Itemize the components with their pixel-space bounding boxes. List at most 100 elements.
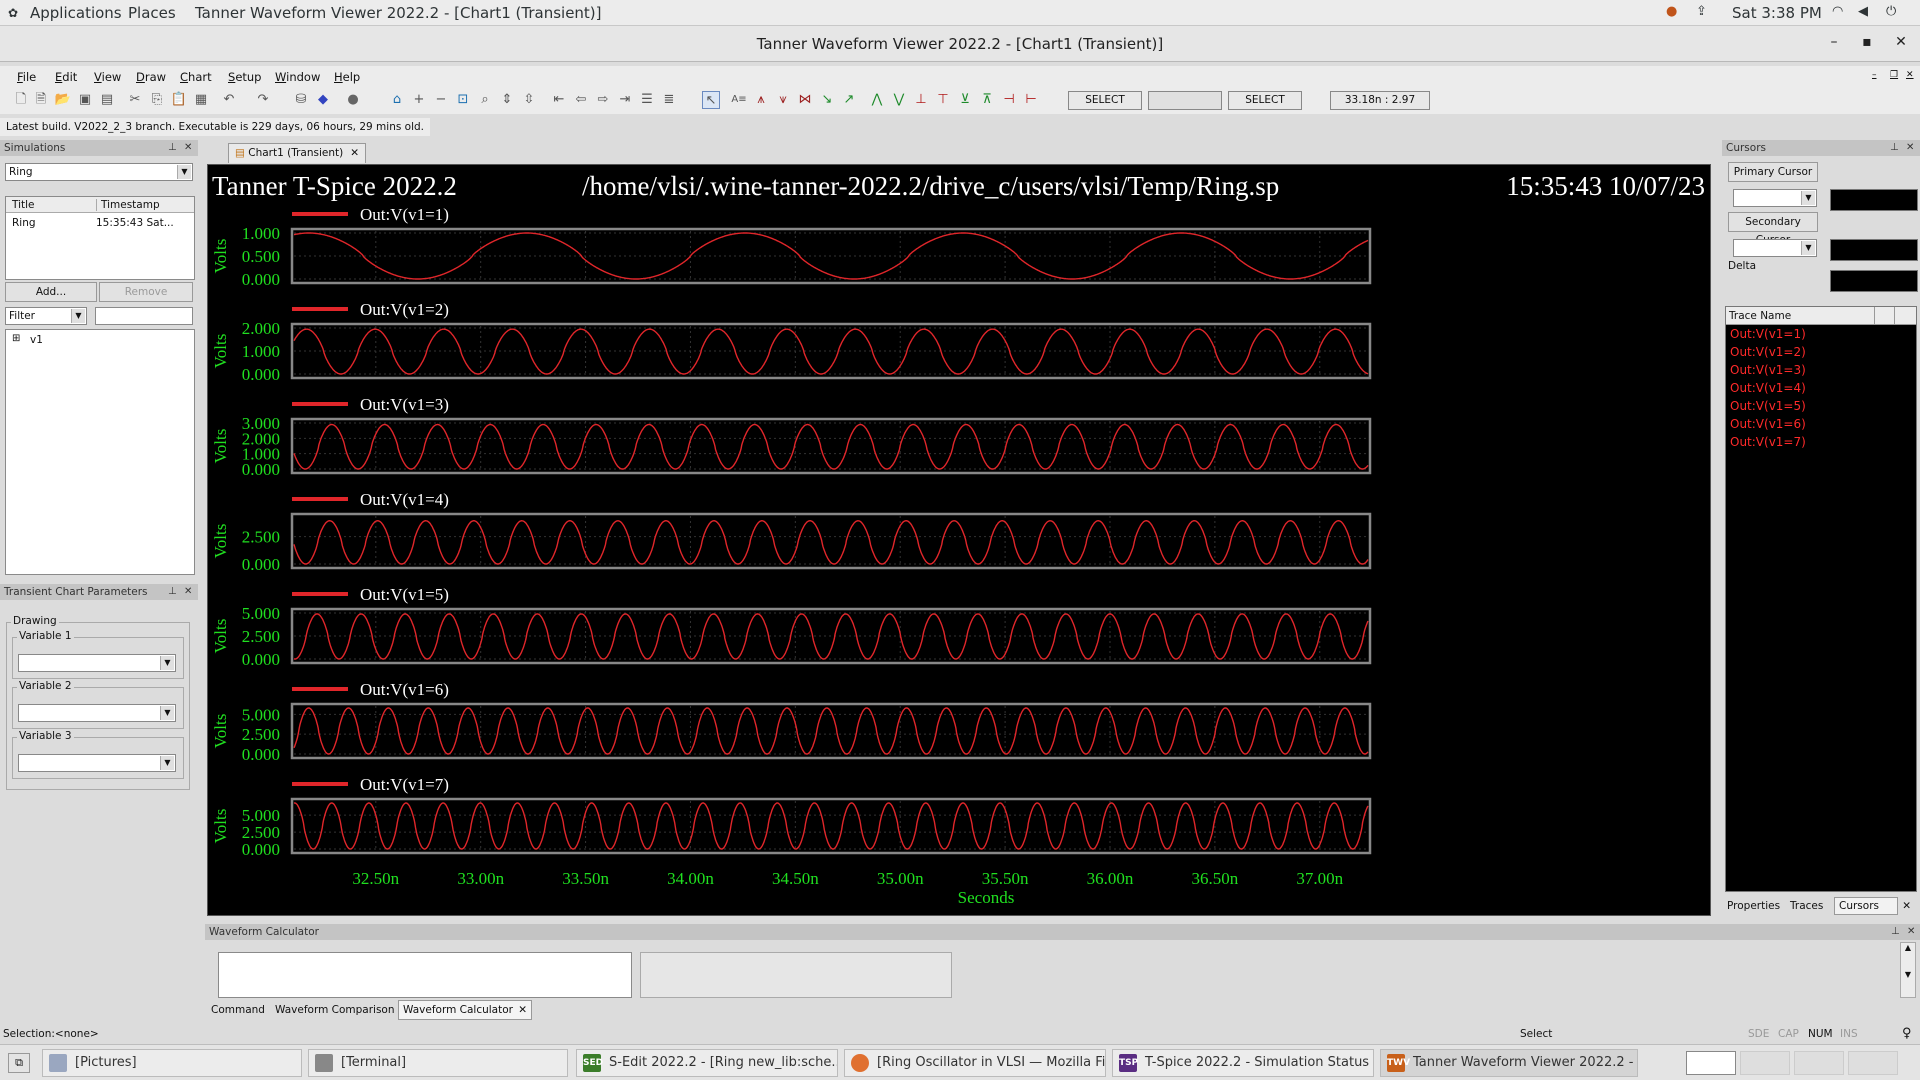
active-window-title[interactable]: Tanner Waveform Viewer 2022.2 - [Chart1 … (195, 4, 602, 22)
layers-icon[interactable]: ◆ (314, 91, 332, 109)
trace-item[interactable]: Out:V(v1=6) (1726, 415, 1916, 433)
tab-waveform-comparison[interactable]: Waveform Comparison (275, 1000, 395, 1020)
mdi-minimize-icon[interactable]: – (1872, 70, 1877, 80)
variable1-select[interactable]: ▼ (18, 654, 176, 672)
new-icon[interactable]: 🗋 (12, 91, 30, 109)
pan-left-icon[interactable]: ⇦ (572, 91, 590, 109)
trace-item[interactable]: Out:V(v1=4) (1726, 379, 1916, 397)
places-menu[interactable]: Places (128, 4, 176, 22)
col-title[interactable]: Title (12, 199, 35, 211)
volume-icon[interactable]: ◀ (1858, 4, 1868, 19)
taskbar-item-sedit[interactable]: SED S-Edit 2022.2 - [Ring new_lib:sche... (576, 1049, 838, 1077)
redo-icon[interactable]: ↷ (254, 91, 272, 109)
undo-icon[interactable]: ↶ (220, 91, 238, 109)
minimize-button[interactable]: – (1825, 34, 1843, 50)
arrange-icon[interactable]: ≣ (660, 91, 678, 109)
filter-input[interactable] (95, 307, 193, 325)
zoom-vertical-out-icon[interactable]: ⇳ (520, 91, 538, 109)
taskbar-item-firefox[interactable]: [Ring Oscillator in VLSI — Mozilla Fir..… (844, 1049, 1106, 1077)
select-field-1[interactable]: SELECT (1068, 91, 1142, 110)
clock[interactable]: Sat 3:38 PM (1732, 4, 1822, 22)
measure-rise-icon[interactable]: ⋀ (868, 91, 886, 109)
chart-area[interactable]: Tanner T-Spice 2022.2 /home/vlsi/.wine-t… (207, 164, 1711, 916)
firefox-tray-icon[interactable]: ● (1666, 4, 1677, 19)
updates-tray-icon[interactable]: ⇪ (1696, 4, 1707, 19)
calculator-scrollbar[interactable]: ▲ ▼ (1900, 942, 1916, 998)
menu-view[interactable]: View (94, 70, 121, 84)
variable2-select[interactable]: ▼ (18, 704, 176, 722)
tree-item-v1[interactable]: v1 (30, 334, 43, 346)
measure-delay-icon[interactable]: ⊣ (1000, 91, 1018, 109)
select-field-2[interactable]: SELECT (1228, 91, 1302, 110)
measure-slew-icon[interactable]: ⊢ (1022, 91, 1040, 109)
workspace-4[interactable] (1848, 1051, 1898, 1075)
menu-setup[interactable]: Setup (228, 70, 262, 84)
measure-1-icon[interactable]: ⩚ (752, 91, 770, 109)
tab-properties[interactable]: Properties (1727, 900, 1780, 912)
pan-first-icon[interactable]: ⇤ (550, 91, 568, 109)
waveform-chart[interactable]: Tanner T-Spice 2022.2 /home/vlsi/.wine-t… (208, 165, 1710, 915)
menu-chart[interactable]: Chart (180, 70, 212, 84)
maximize-button[interactable]: ▪ (1858, 34, 1876, 50)
select-pointer-icon[interactable]: ↖ (702, 91, 720, 109)
show-desktop-icon[interactable]: ⧉ (8, 1053, 30, 1073)
close-tab-icon[interactable]: ✕ (1902, 898, 1911, 914)
select-field-empty[interactable] (1148, 91, 1222, 110)
paste-special-icon[interactable]: ▦ (192, 91, 210, 109)
pan-last-icon[interactable]: ⇥ (616, 91, 634, 109)
measure-max-icon[interactable]: ⊼ (978, 91, 996, 109)
record-icon[interactable]: ● (344, 91, 362, 109)
col-timestamp[interactable]: Timestamp (96, 199, 160, 211)
cut-icon[interactable]: ✂ (126, 91, 144, 109)
taskbar-item-waveform-viewer[interactable]: TWV Tanner Waveform Viewer 2022.2 - ... (1380, 1049, 1638, 1077)
primary-cursor-select[interactable]: ▼ (1733, 189, 1817, 207)
zoom-box-icon[interactable]: ⊡ (454, 91, 472, 109)
taskbar-item-tspice[interactable]: TSP T-Spice 2022.2 - Simulation Status (1112, 1049, 1374, 1077)
workspace-3[interactable] (1794, 1051, 1844, 1075)
pan-right-icon[interactable]: ⇨ (594, 91, 612, 109)
copy-icon[interactable]: ⎘ (148, 91, 166, 109)
close-window-button[interactable]: ✕ (1892, 34, 1910, 50)
open-icon[interactable]: 📂 (54, 91, 72, 109)
mdi-restore-icon[interactable]: ❐ (1890, 70, 1898, 80)
measure-3-icon[interactable]: ⋈ (796, 91, 814, 109)
zoom-search-icon[interactable]: ⌕ (476, 91, 494, 109)
measure-period-icon[interactable]: ⊤ (934, 91, 952, 109)
tree-expand-icon[interactable]: ⊞ (12, 333, 20, 344)
pin-icon[interactable]: ⊥ (1890, 140, 1899, 156)
trace-item[interactable]: Out:V(v1=7) (1726, 433, 1916, 451)
tab-chart1[interactable]: ▤ Chart1 (Transient) ✕ (228, 143, 366, 163)
pin-icon[interactable]: ⊥ (168, 140, 177, 156)
menu-help[interactable]: Help (334, 70, 360, 84)
measure-2-icon[interactable]: ⩛ (774, 91, 792, 109)
measure-4-icon[interactable]: ↘ (818, 91, 836, 109)
tab-command[interactable]: Command (211, 1000, 265, 1020)
simulation-row[interactable]: Ring 15:35:43 Sat... (6, 215, 194, 231)
home-icon[interactable]: ⌂ (388, 91, 406, 109)
close-panel-icon[interactable]: ✕ (1907, 924, 1915, 940)
measure-min-icon[interactable]: ⊻ (956, 91, 974, 109)
add-button[interactable]: Add... (5, 282, 97, 302)
workspace-2[interactable] (1740, 1051, 1790, 1075)
variable3-select[interactable]: ▼ (18, 754, 176, 772)
measure-fall-icon[interactable]: ⋁ (890, 91, 908, 109)
trace-item[interactable]: Out:V(v1=5) (1726, 397, 1916, 415)
tab-waveform-calculator[interactable]: Waveform Calculator ✕ (398, 1000, 532, 1020)
database-icon[interactable]: ⛁ (292, 91, 310, 109)
close-panel-icon[interactable]: ✕ (1906, 140, 1914, 156)
close-panel-icon[interactable]: ✕ (184, 584, 192, 600)
measure-width-icon[interactable]: ⊥ (912, 91, 930, 109)
measure-5-icon[interactable]: ↗ (840, 91, 858, 109)
menu-file[interactable]: File (17, 70, 36, 84)
menu-window[interactable]: Window (275, 70, 320, 84)
calculator-expression-input[interactable] (218, 952, 632, 998)
paste-icon[interactable]: 📋 (170, 91, 188, 109)
stack-traces-icon[interactable]: ☰ (638, 91, 656, 109)
filter-select[interactable]: Filter ▼ (5, 307, 87, 325)
workspace-1[interactable] (1686, 1051, 1736, 1075)
taskbar-item-terminal[interactable]: [Terminal] (308, 1049, 568, 1077)
text-tool-icon[interactable]: A≡ (730, 91, 748, 109)
applications-menu[interactable]: Applications (30, 4, 122, 22)
pin-icon[interactable]: ⊥ (168, 584, 177, 600)
pin-icon[interactable]: ⊥ (1891, 924, 1900, 940)
